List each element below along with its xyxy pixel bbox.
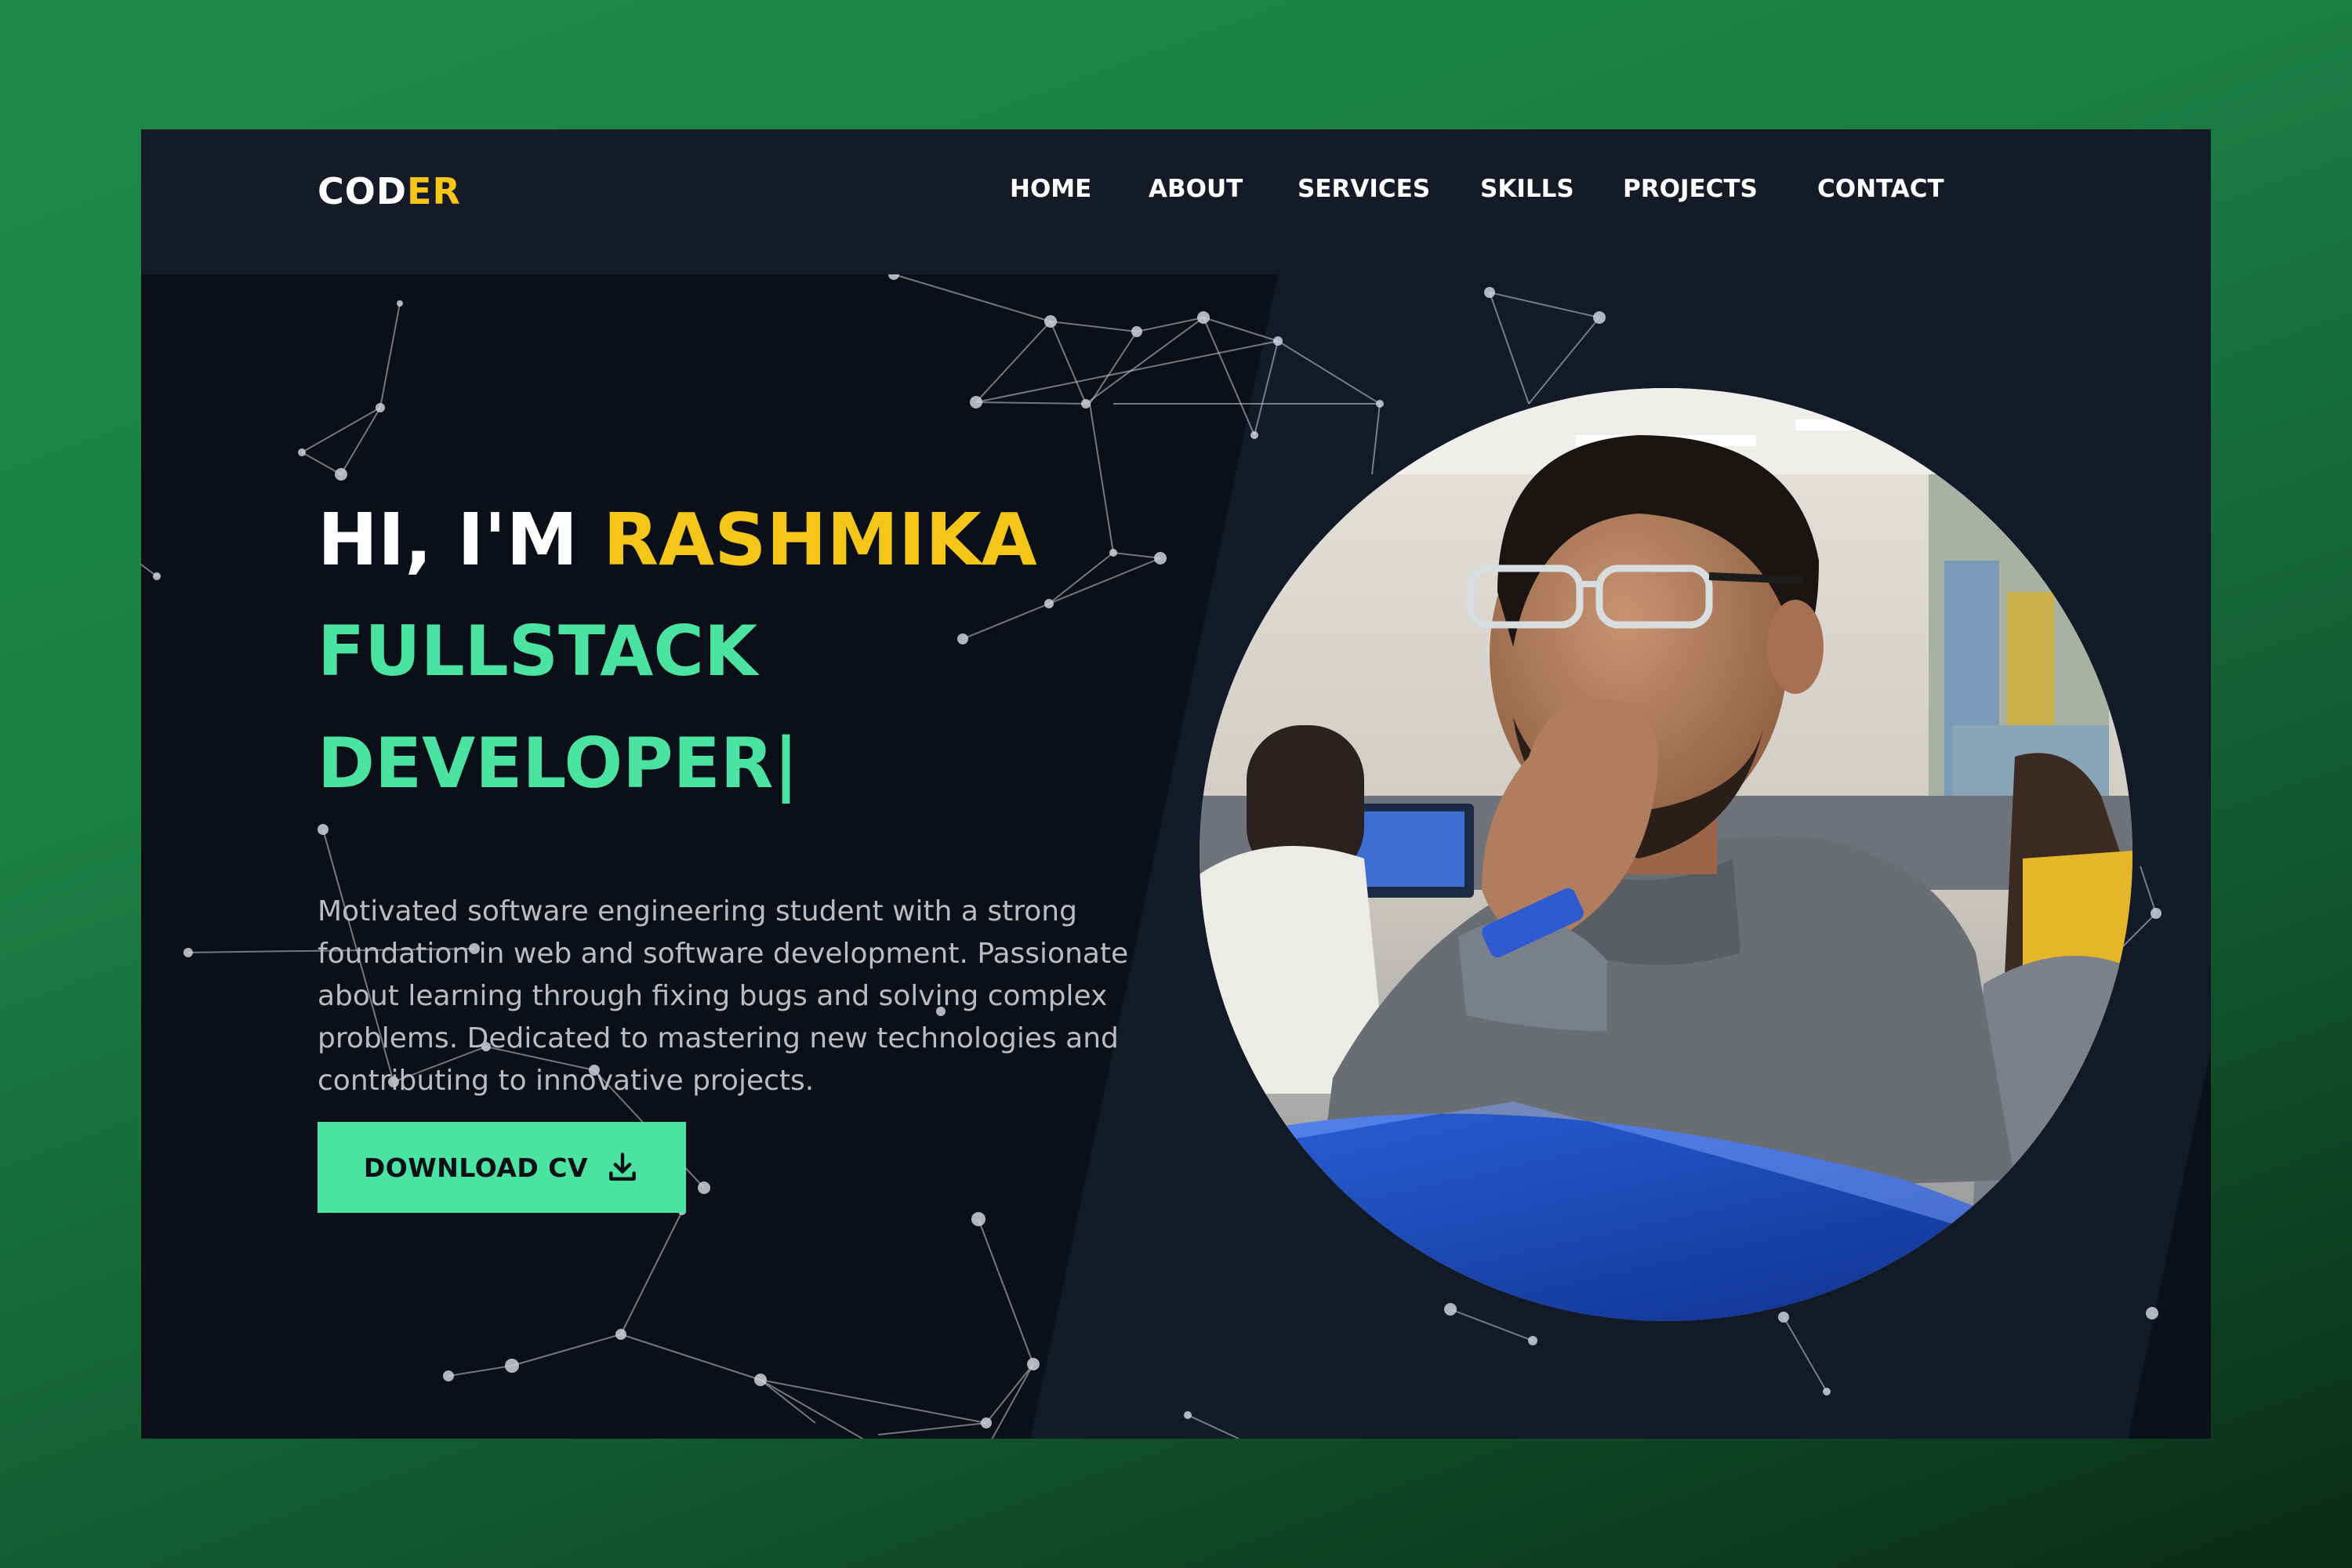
- profile-photo-illustration: [1200, 388, 2132, 1321]
- hero-name: RASHMIKA: [603, 498, 1037, 582]
- nav-about[interactable]: ABOUT: [1149, 175, 1243, 203]
- download-cv-label: DOWNLOAD CV: [363, 1152, 589, 1183]
- portfolio-page: CODER HOME ABOUT SERVICES SKILLS PROJECT…: [141, 129, 2211, 1439]
- nav-projects[interactable]: PROJECTS: [1623, 175, 1758, 203]
- download-cv-button[interactable]: DOWNLOAD CV: [318, 1122, 686, 1213]
- nav-services[interactable]: SERVICES: [1298, 175, 1430, 203]
- logo[interactable]: CODER: [318, 170, 461, 212]
- nav-home[interactable]: HOME: [1010, 175, 1091, 203]
- hero-title: HI, I'M RASHMIKA: [318, 504, 1037, 576]
- greeting: HI, I'M: [318, 498, 579, 582]
- nav-skills[interactable]: SKILLS: [1480, 175, 1574, 203]
- role-line-1: FULLSTACK: [318, 611, 758, 691]
- typing-cursor: |: [773, 723, 799, 804]
- hero-description: Motivated software engineering student w…: [318, 895, 1129, 1097]
- logo-accent: ER: [407, 170, 461, 212]
- navbar: CODER HOME ABOUT SERVICES SKILLS PROJECT…: [141, 129, 2211, 274]
- role-line-2-text: DEVELOPER: [318, 723, 774, 804]
- download-icon: [609, 1152, 636, 1181]
- role-line-2: DEVELOPER|: [318, 729, 799, 798]
- profile-photo: [1200, 388, 2132, 1321]
- nav-contact[interactable]: CONTACT: [1817, 175, 1944, 203]
- logo-main: COD: [318, 170, 408, 212]
